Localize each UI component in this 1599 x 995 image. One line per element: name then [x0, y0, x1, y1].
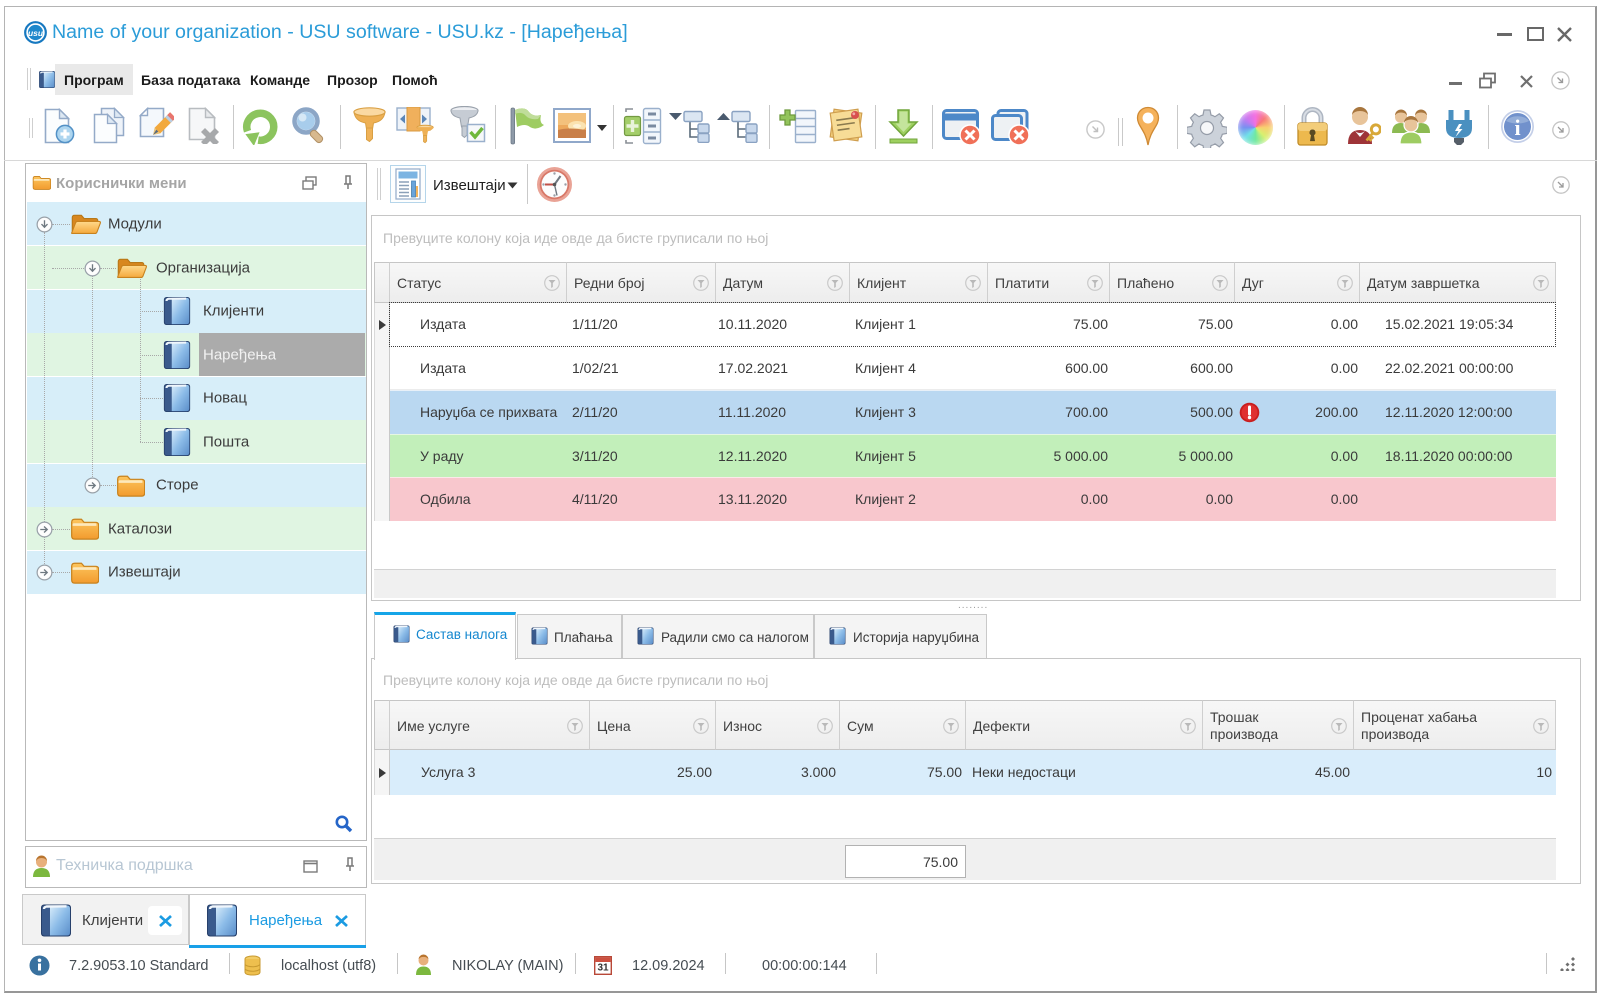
svg-text:i: i — [1514, 115, 1520, 140]
svg-text:usu: usu — [28, 28, 44, 38]
svg-text:31: 31 — [597, 963, 609, 974]
